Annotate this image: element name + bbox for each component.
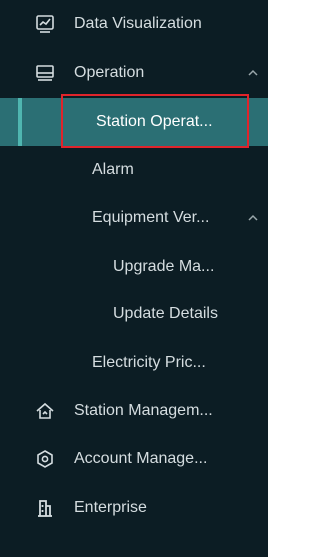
menu-item-label: Update Details [113, 305, 218, 322]
menu-item-equipment-version[interactable]: Equipment Ver... [0, 200, 268, 236]
menu-item-label: Electricity Pric... [92, 354, 206, 371]
menu-item-label: Account Manage... [74, 450, 208, 467]
sidebar-menu: Data Visualization Operation Station Ope… [0, 0, 268, 557]
menu-item-label: Alarm [92, 161, 134, 178]
menu-item-account-management[interactable]: Account Manage... [0, 441, 268, 477]
menu-item-enterprise[interactable]: Enterprise [0, 490, 268, 526]
menu-item-upgrade-management[interactable]: Upgrade Ma... [0, 249, 268, 285]
menu-item-alarm[interactable]: Alarm [0, 152, 268, 188]
menu-item-update-details[interactable]: Update Details [0, 296, 268, 332]
menu-item-label: Enterprise [74, 499, 147, 516]
menu-item-operation[interactable]: Operation [0, 55, 268, 91]
chevron-up-icon [246, 213, 260, 223]
menu-item-label: Equipment Ver... [92, 209, 210, 226]
menu-item-label: Upgrade Ma... [113, 258, 215, 275]
hexagon-eye-icon [34, 448, 56, 470]
highlight-box [61, 94, 249, 148]
menu-item-label: Station Managem... [74, 402, 213, 419]
monitor-icon [34, 62, 56, 84]
menu-item-station-management[interactable]: Station Managem... [0, 393, 268, 429]
chart-board-icon [34, 13, 56, 35]
building-icon [34, 497, 56, 519]
menu-item-electricity-price[interactable]: Electricity Pric... [0, 345, 268, 381]
active-indicator [18, 98, 22, 146]
house-icon [34, 400, 56, 422]
chevron-up-icon [246, 68, 260, 78]
menu-item-label: Data Visualization [74, 15, 202, 32]
menu-item-data-visualization[interactable]: Data Visualization [0, 6, 268, 42]
menu-item-label: Operation [74, 64, 145, 81]
